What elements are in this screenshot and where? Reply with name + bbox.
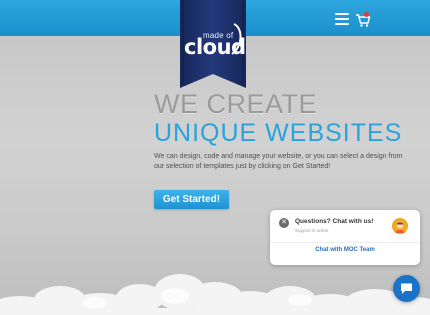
- hero-headline-line2: UNIQUE WEBSITES: [154, 119, 403, 147]
- logo-cloud-text: cloud: [184, 35, 246, 59]
- hero-headline-line1: WE CREATE: [154, 89, 318, 119]
- get-started-button[interactable]: Get Started!: [154, 190, 229, 209]
- chat-widget-subtitle: Support is online: [295, 228, 329, 233]
- hamburger-menu-icon[interactable]: [335, 13, 349, 25]
- decorative-clouds: [0, 274, 430, 315]
- chat-widget-card: ✕ Questions? Chat with us! Support is on…: [270, 210, 420, 265]
- cart-badge: [364, 12, 369, 17]
- chat-bubble-icon: [401, 283, 412, 294]
- close-icon[interactable]: ✕: [279, 218, 289, 228]
- hero-description: We can design, code and manage your webs…: [154, 153, 403, 170]
- chat-widget-divider: [270, 242, 420, 243]
- agent-avatar-icon: [392, 218, 408, 234]
- chat-with-team-link[interactable]: Chat with MOC Team: [270, 247, 420, 253]
- chat-widget-title: Questions? Chat with us!: [295, 218, 374, 225]
- chat-launcher-button[interactable]: [393, 275, 420, 302]
